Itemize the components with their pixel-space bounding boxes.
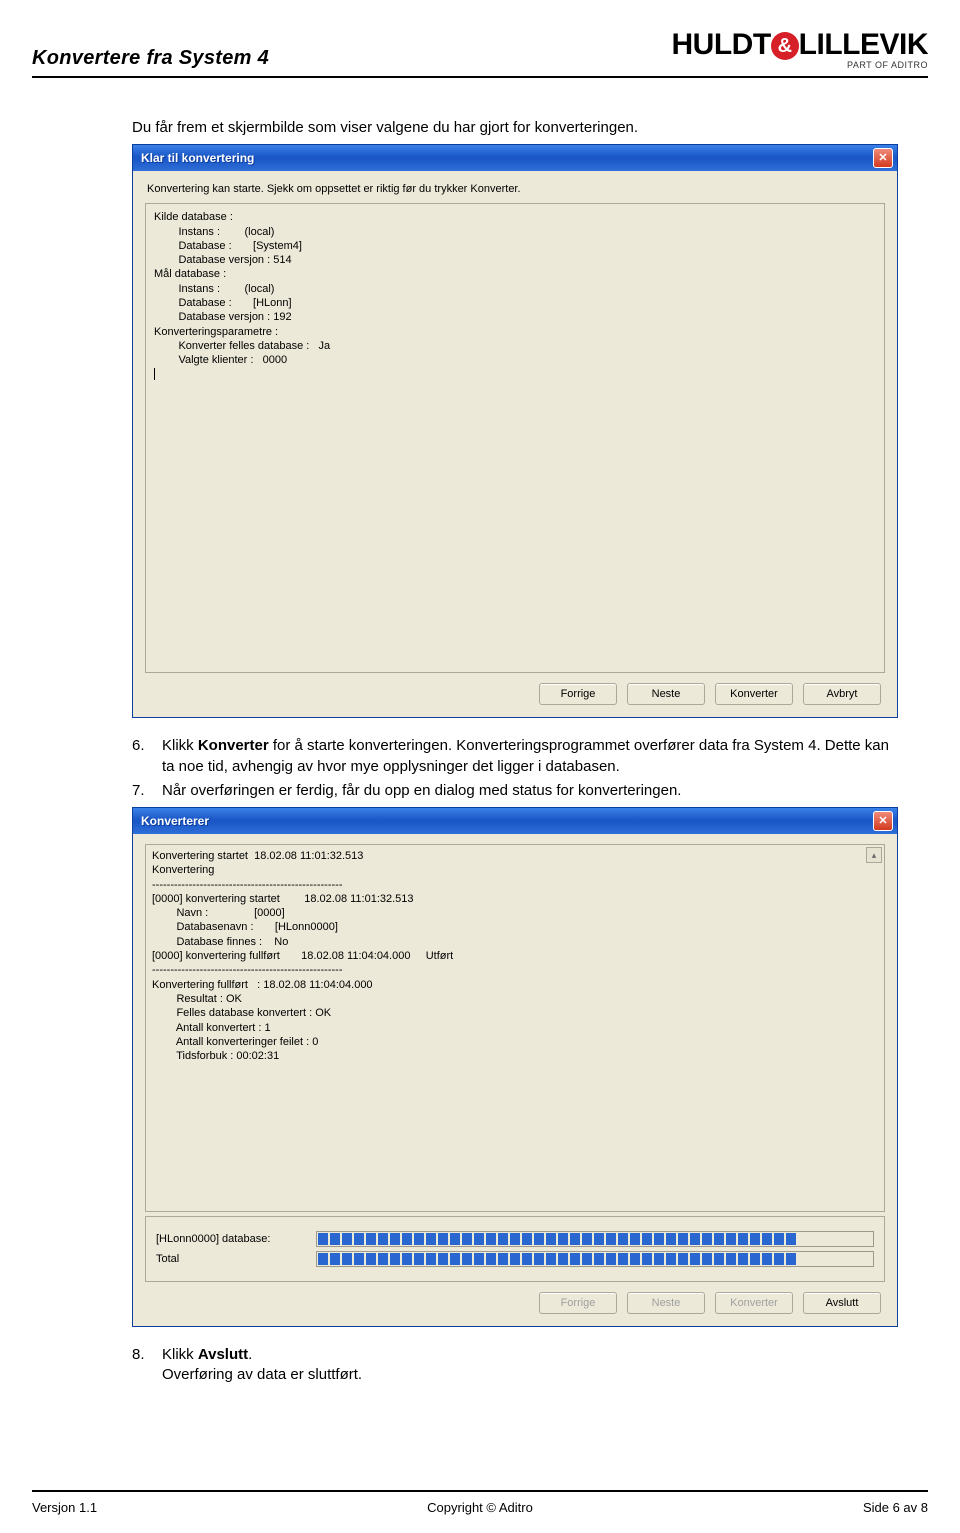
prev-button[interactable]: Forrige (539, 683, 617, 705)
dialog-title: Klar til konvertering (141, 151, 254, 165)
header-rule (32, 76, 928, 78)
dialog-hint: Konvertering kan starte. Sjekk om oppset… (147, 183, 883, 195)
dialog-konverterer: Konverterer ✕ Konvertering startet 18.02… (132, 807, 898, 1327)
next-button: Neste (627, 1292, 705, 1314)
config-summary: Kilde database : Instans : (local) Datab… (154, 210, 876, 367)
close-icon[interactable]: ✕ (873, 148, 893, 168)
prev-button: Forrige (539, 1292, 617, 1314)
progress-total-label: Total (156, 1253, 316, 1265)
step-8: 8. Klikk Avslutt. Overføring av data er … (132, 1345, 898, 1386)
page-footer: Versjon 1.1 Copyright © Aditro Side 6 av… (32, 1500, 928, 1515)
progress-db-bar (316, 1231, 874, 1247)
dialog-klar-til-konvertering: Klar til konvertering ✕ Konvertering kan… (132, 144, 898, 718)
footer-rule (32, 1490, 928, 1492)
intro-text: Du får frem et skjermbilde som viser val… (132, 118, 898, 138)
footer-copyright: Copyright © Aditro (427, 1500, 533, 1515)
progress-db-label: [HLonn0000] database: (156, 1233, 316, 1245)
convert-button: Konverter (715, 1292, 793, 1314)
scroll-up-icon[interactable]: ▴ (866, 847, 882, 863)
brand-logo: HULDT&LILLEVIK PART OF ADITRO (672, 30, 929, 70)
next-button[interactable]: Neste (627, 683, 705, 705)
footer-version: Versjon 1.1 (32, 1500, 97, 1515)
step-6: 6. Klikk Konverter for å starte konverte… (132, 736, 898, 777)
progress-total-bar (316, 1251, 874, 1267)
close-icon[interactable]: ✕ (873, 811, 893, 831)
finish-button[interactable]: Avslutt (803, 1292, 881, 1314)
dialog-title: Konverterer (141, 814, 209, 828)
convert-button[interactable]: Konverter (715, 683, 793, 705)
footer-page-number: Side 6 av 8 (863, 1500, 928, 1515)
step-7: 7. Når overføringen er ferdig, får du op… (132, 781, 898, 801)
page-title: Konvertere fra System 4 (32, 47, 269, 70)
ampersand-icon: & (771, 32, 799, 60)
conversion-log: Konvertering startet 18.02.08 11:01:32.5… (152, 849, 878, 1063)
cancel-button[interactable]: Avbryt (803, 683, 881, 705)
